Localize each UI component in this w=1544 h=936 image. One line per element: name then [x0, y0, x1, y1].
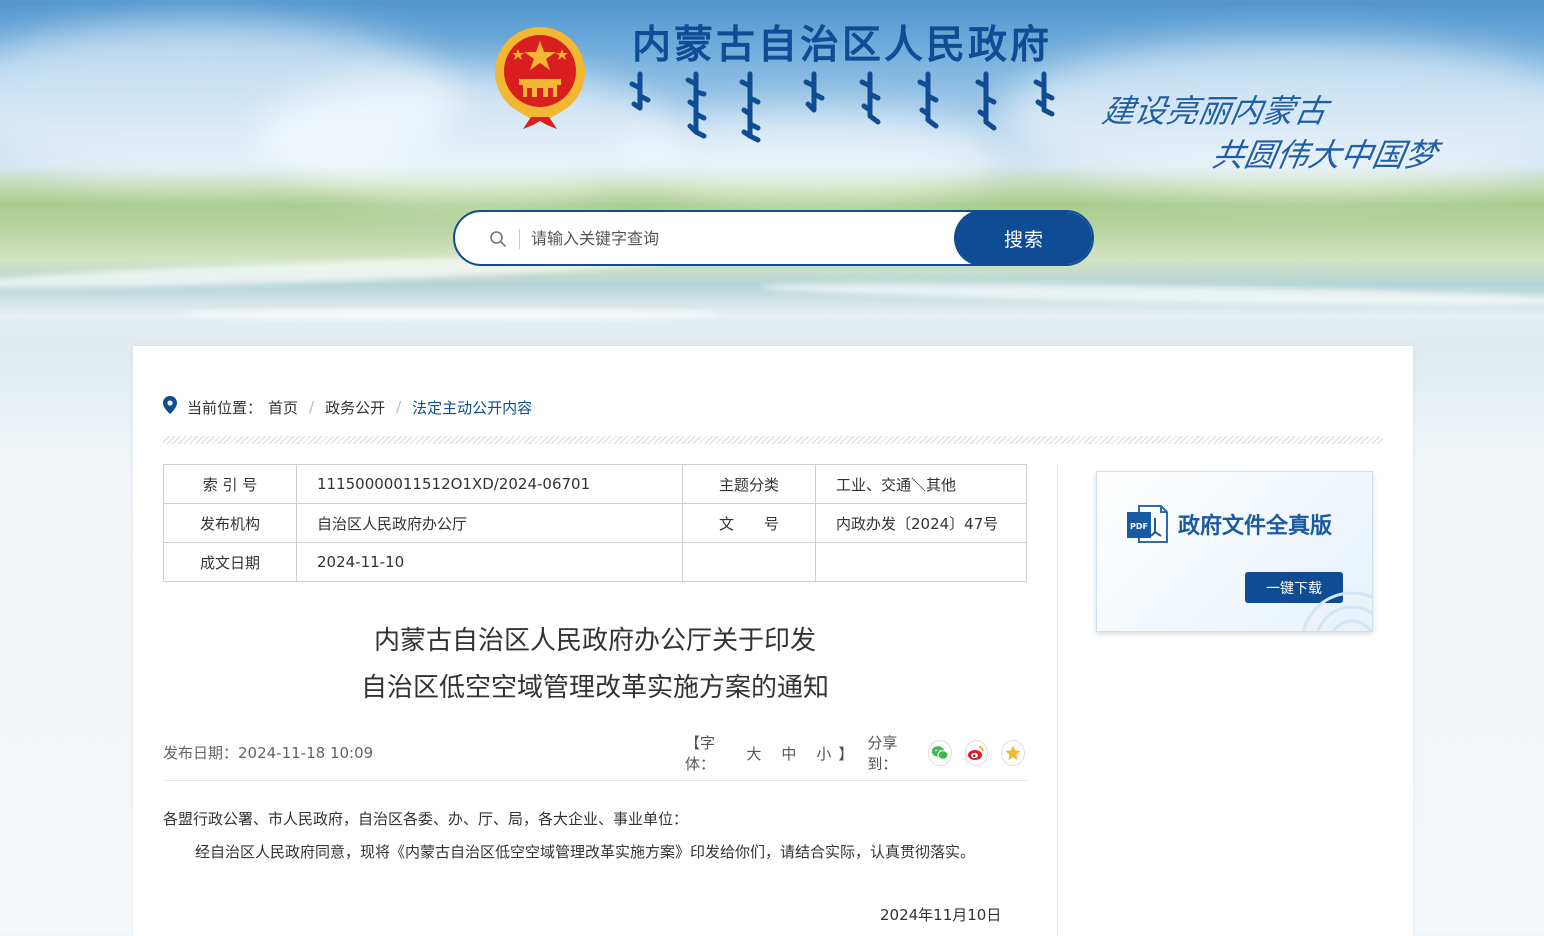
breadcrumb-home[interactable]: 首页	[268, 397, 298, 418]
topic-value: 工业、交通＼其他	[815, 464, 1027, 504]
national-emblem-icon	[493, 25, 587, 129]
mongolian-title	[628, 70, 1068, 150]
search-icon	[489, 230, 507, 252]
slogan: 建设亮丽内蒙古 共圆伟大中国梦	[1099, 80, 1440, 180]
pdf-document-icon: PDF	[1127, 504, 1169, 548]
index-label: 索 引 号	[163, 464, 297, 504]
main-content: 当前位置： 首页 / 政务公开 / 法定主动公开内容 索 引 号 1115000…	[133, 346, 1413, 936]
topic-label: 主题分类	[682, 464, 816, 504]
document-title-line2: 自治区低空空域管理改革实施方案的通知	[360, 673, 829, 703]
date-label: 成文日期	[163, 542, 297, 582]
search-divider	[519, 229, 520, 249]
docno-value: 内政办发〔2024〕47号	[815, 503, 1027, 543]
index-value: 11150000011512O1XD/2024-06701	[296, 464, 683, 504]
issuer-value: 自治区人民政府办公厅	[296, 503, 683, 543]
slogan-line2: 共圆伟大中国梦	[1209, 136, 1441, 174]
divider-stripe	[163, 436, 1383, 444]
share-label: 分享到：	[867, 734, 898, 773]
date-value: 2024-11-10	[296, 542, 683, 582]
article-paragraph: 经自治区人民政府同意，现将《内蒙古自治区低空空域管理改革实施方案》印发给你们，请…	[195, 843, 976, 861]
font-size-large-button[interactable]: 大	[746, 743, 761, 764]
pdf-download-card: PDF 政府文件全真版 一键下载	[1096, 471, 1373, 632]
issuer-label: 发布机构	[163, 503, 297, 543]
svg-text:PDF: PDF	[1130, 522, 1148, 531]
search-box: 搜索	[453, 210, 1094, 266]
table-row: 成文日期 2024-11-10	[163, 542, 1027, 582]
empty-cell	[815, 542, 1027, 582]
pdf-card-title: 政府文件全真版	[1178, 513, 1333, 539]
signature-date: 2024年11月10日	[880, 906, 1002, 924]
document-title: 内蒙古自治区人民政府办公厅关于印发 自治区低空空域管理改革实施方案的通知	[163, 618, 1027, 712]
river	[180, 308, 720, 320]
font-size-small-button[interactable]: 小	[816, 743, 831, 764]
breadcrumb: 当前位置： 首页 / 政务公开 / 法定主动公开内容	[163, 396, 532, 418]
column-divider	[1057, 464, 1058, 936]
breadcrumb-label: 当前位置：	[187, 398, 263, 417]
search-button[interactable]: 搜索	[954, 212, 1092, 264]
decorative-pattern-icon	[1282, 573, 1372, 631]
search-input[interactable]	[531, 218, 951, 258]
empty-cell	[682, 542, 816, 582]
article-paragraph: 各盟行政公署、市人民政府，自治区各委、办、厅、局，各大企业、事业单位：	[163, 810, 689, 828]
breadcrumb-separator: /	[309, 398, 315, 416]
publish-date: 发布日期：2024-11-18 10:09	[163, 744, 374, 762]
font-size-open: 【字体：	[685, 734, 716, 773]
location-pin-icon	[163, 396, 177, 418]
cloud	[260, 70, 680, 200]
article-tools: 【字体： 大 中 小 】 分享到：	[685, 734, 1025, 773]
wechat-share-icon[interactable]	[927, 740, 952, 766]
favorite-star-icon[interactable]	[1001, 740, 1025, 766]
content-divider	[163, 780, 1027, 781]
font-size-close: 】	[838, 744, 854, 763]
breadcrumb-current[interactable]: 法定主动公开内容	[412, 397, 532, 418]
weibo-share-icon[interactable]	[964, 740, 989, 766]
docno-label: 文 号	[682, 503, 816, 543]
breadcrumb-gov-affairs[interactable]: 政务公开	[325, 397, 385, 418]
slogan-line1: 建设亮丽内蒙古	[1099, 92, 1331, 130]
font-size-medium-button[interactable]: 中	[781, 743, 796, 764]
document-meta-table: 索 引 号 11150000011512O1XD/2024-06701 主题分类…	[163, 464, 1027, 582]
table-row: 索 引 号 11150000011512O1XD/2024-06701 主题分类…	[163, 464, 1027, 504]
document-title-line1: 内蒙古自治区人民政府办公厅关于印发	[373, 626, 816, 656]
table-row: 发布机构 自治区人民政府办公厅 文 号 内政办发〔2024〕47号	[163, 503, 1027, 543]
site-title: 内蒙古自治区人民政府	[632, 22, 1053, 68]
breadcrumb-separator: /	[396, 398, 402, 416]
river	[759, 278, 1544, 310]
